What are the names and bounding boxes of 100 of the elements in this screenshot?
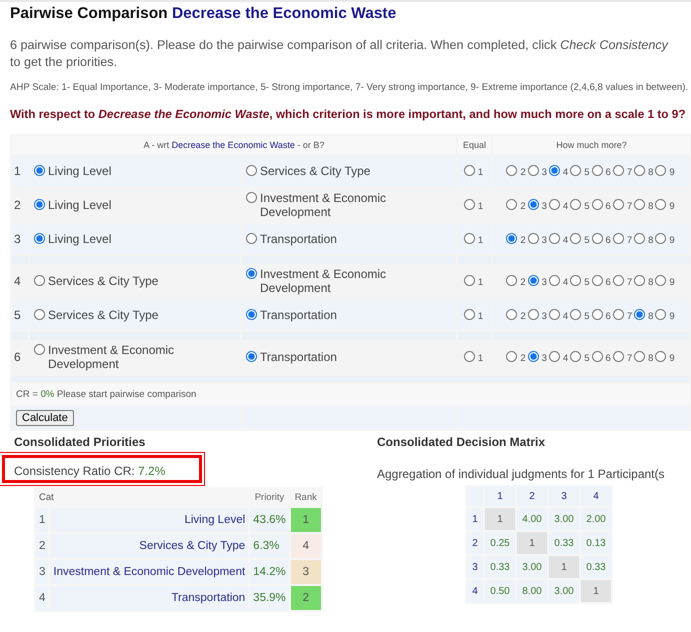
- option-label: 3: [542, 234, 547, 246]
- radio-button[interactable]: [528, 198, 539, 210]
- radio-button[interactable]: [655, 350, 666, 362]
- row-header: 3: [472, 562, 478, 572]
- radio-button[interactable]: [612, 164, 624, 176]
- radio-button[interactable]: [634, 232, 646, 244]
- radio-button[interactable]: [612, 232, 624, 244]
- radio-button[interactable]: [464, 350, 475, 362]
- radio-button[interactable]: [634, 164, 646, 176]
- matrix-cell: 0.50: [485, 580, 515, 602]
- radio-button[interactable]: [548, 274, 560, 286]
- radio-button[interactable]: [570, 308, 582, 320]
- option-label: 9: [669, 276, 675, 288]
- radio-button[interactable]: [570, 198, 582, 210]
- criterion-name: Living Level: [184, 514, 246, 526]
- radio-button[interactable]: [592, 198, 603, 210]
- radio-button[interactable]: [528, 274, 539, 286]
- radio-button[interactable]: [634, 308, 646, 320]
- option-label: 8: [648, 200, 654, 212]
- radio-button[interactable]: [464, 274, 475, 286]
- matrix-cell: 0.33: [549, 532, 579, 554]
- radio-button[interactable]: [464, 232, 475, 244]
- option-label: 1: [478, 200, 484, 212]
- radio-button[interactable]: [548, 164, 560, 176]
- radio-button[interactable]: [528, 164, 539, 176]
- radio-button[interactable]: [246, 351, 257, 362]
- radio-button[interactable]: [655, 232, 666, 244]
- column-header: Priority: [254, 492, 284, 503]
- radio-button[interactable]: [655, 308, 666, 320]
- radio-button[interactable]: [34, 233, 45, 244]
- radio-button[interactable]: [34, 309, 45, 320]
- radio-button[interactable]: [246, 268, 257, 279]
- option-label: 9: [669, 200, 675, 212]
- radio-button[interactable]: [548, 198, 560, 210]
- radio-button[interactable]: [506, 232, 518, 244]
- radio-button[interactable]: [634, 350, 646, 362]
- option-label: 6: [606, 276, 611, 288]
- diagonal-cell: 1: [485, 508, 515, 530]
- radio-button[interactable]: [570, 164, 582, 176]
- radio-button[interactable]: [548, 232, 560, 244]
- radio-button[interactable]: [246, 309, 257, 320]
- radio-button[interactable]: [570, 274, 582, 286]
- row-number: 2: [39, 540, 46, 552]
- radio-button[interactable]: [506, 308, 518, 320]
- criterion-label: Transportation: [260, 350, 337, 364]
- option-label: 7: [626, 200, 632, 212]
- column-header: Rank: [294, 492, 317, 503]
- radio-button[interactable]: [528, 308, 539, 320]
- radio-button[interactable]: [246, 192, 257, 203]
- radio-button[interactable]: [612, 274, 624, 286]
- option-label: 8: [648, 310, 654, 322]
- option-label: 9: [669, 166, 675, 178]
- radio-button[interactable]: [464, 198, 475, 210]
- radio-button[interactable]: [592, 274, 603, 286]
- radio-button[interactable]: [570, 350, 582, 362]
- radio-button[interactable]: [246, 165, 257, 176]
- radio-button[interactable]: [506, 274, 518, 286]
- radio-button[interactable]: [612, 198, 624, 210]
- radio-button[interactable]: [592, 164, 603, 176]
- option-label: 1: [478, 310, 484, 322]
- radio-button[interactable]: [528, 232, 539, 244]
- radio-button[interactable]: [655, 164, 666, 176]
- criterion-label: Investment & Economic Development: [48, 343, 176, 371]
- radio-button[interactable]: [246, 233, 257, 244]
- radio-button[interactable]: [464, 164, 475, 176]
- matrix-cell: 8.00: [517, 580, 547, 602]
- radio-button[interactable]: [570, 232, 582, 244]
- radio-button[interactable]: [506, 164, 518, 176]
- radio-button[interactable]: [34, 275, 45, 286]
- radio-button[interactable]: [655, 274, 666, 286]
- radio-button[interactable]: [506, 198, 518, 210]
- radio-button[interactable]: [548, 350, 560, 362]
- matrix-cell: 0.33: [485, 556, 515, 578]
- radio-button[interactable]: [612, 308, 624, 320]
- radio-button[interactable]: [548, 308, 560, 320]
- radio-button[interactable]: [464, 308, 475, 320]
- radio-button[interactable]: [528, 350, 539, 362]
- priority-value: 14.2%: [253, 566, 286, 578]
- matrix-cell: 4.00: [517, 508, 547, 530]
- option-label: 3: [542, 276, 547, 288]
- radio-button[interactable]: [34, 165, 45, 176]
- option-label: 6: [606, 352, 611, 364]
- radio-button[interactable]: [634, 198, 646, 210]
- option-label: 2: [520, 276, 526, 288]
- radio-button[interactable]: [634, 274, 646, 286]
- radio-button[interactable]: [592, 232, 603, 244]
- option-label: 4: [562, 166, 568, 178]
- rank-cell: 4: [290, 534, 321, 558]
- option-label: 7: [626, 166, 632, 178]
- radio-button[interactable]: [655, 198, 666, 210]
- option-label: 2: [520, 352, 526, 364]
- calculate-button[interactable]: Calculate: [16, 410, 74, 426]
- radio-button[interactable]: [592, 308, 603, 320]
- option-label: 6: [606, 200, 611, 212]
- radio-button[interactable]: [34, 199, 45, 210]
- radio-button[interactable]: [592, 350, 603, 362]
- radio-button[interactable]: [612, 350, 624, 362]
- radio-button[interactable]: [506, 350, 518, 362]
- row-number: 5: [14, 308, 21, 322]
- radio-button[interactable]: [34, 344, 45, 355]
